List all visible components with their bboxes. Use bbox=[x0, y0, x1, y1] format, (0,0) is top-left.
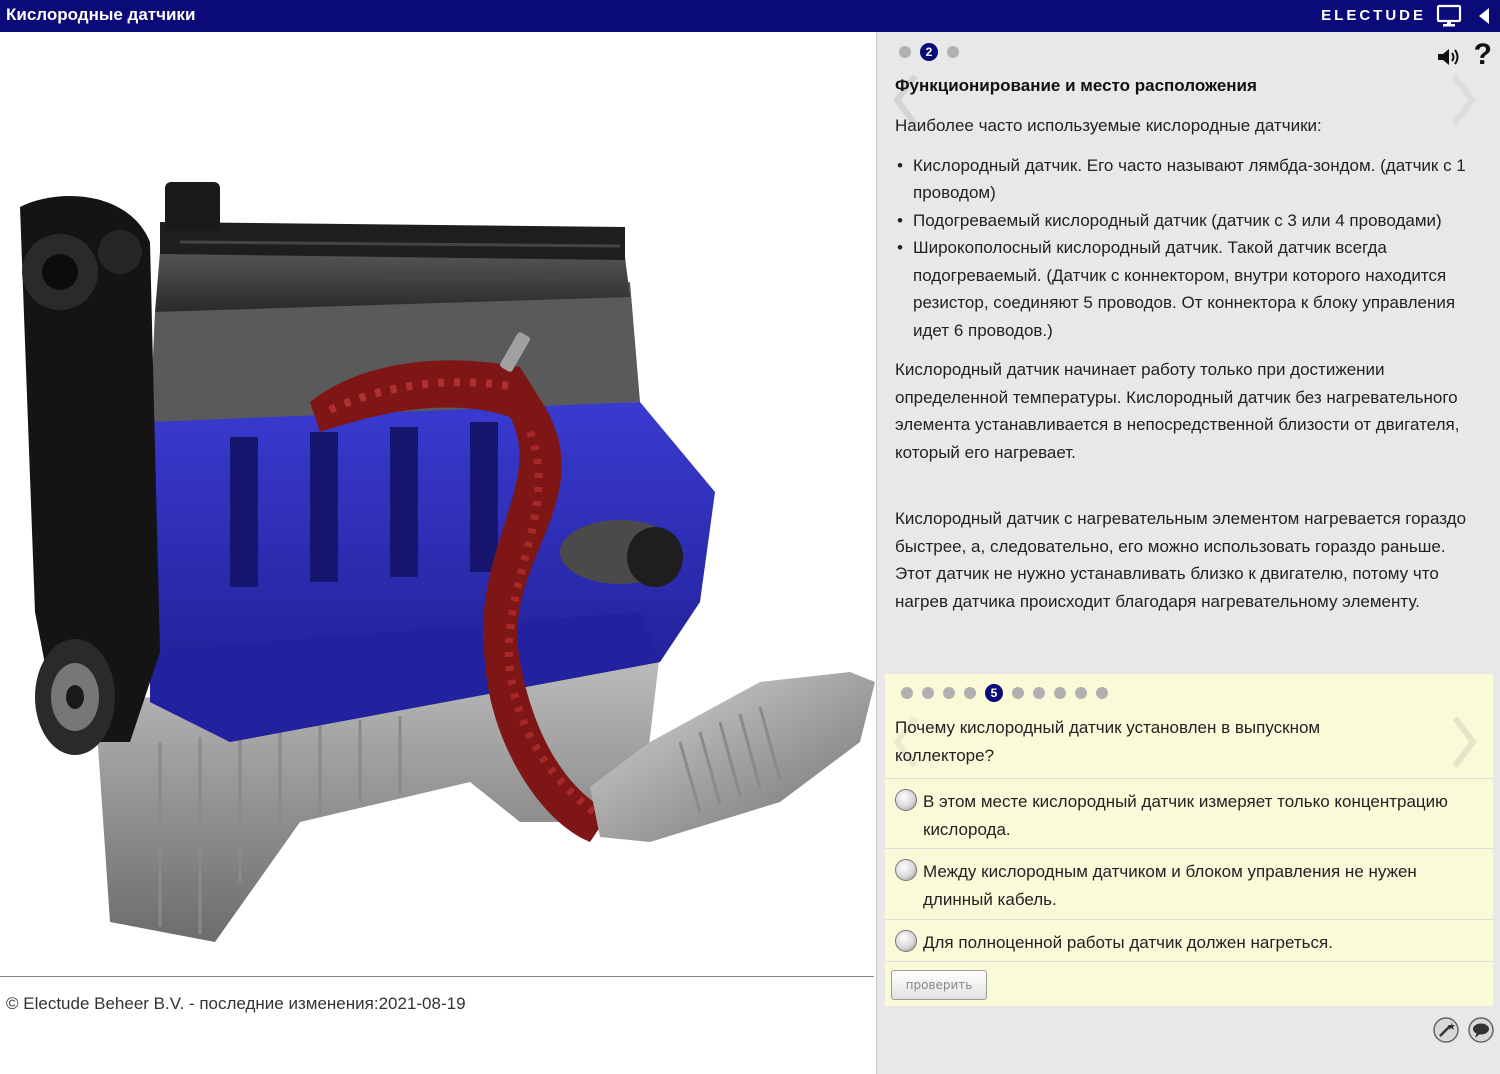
check-button[interactable]: проверить bbox=[891, 970, 987, 1000]
intro-text: Наиболее часто используемые кислородные … bbox=[895, 116, 1322, 135]
answer-option-1[interactable]: В этом месте кислородный датчик измеряет… bbox=[885, 778, 1493, 848]
question-dot[interactable] bbox=[922, 687, 934, 699]
radio-button[interactable] bbox=[895, 930, 917, 952]
footer-divider bbox=[0, 976, 874, 977]
question-dot[interactable] bbox=[943, 687, 955, 699]
list-item: Широкополосный кислородный датчик. Такой… bbox=[895, 234, 1485, 344]
answer-option-3[interactable]: Для полноценной работы датчик должен наг… bbox=[885, 919, 1493, 962]
page-dot[interactable] bbox=[899, 46, 911, 58]
question-dot[interactable] bbox=[1096, 687, 1108, 699]
chevron-right-icon[interactable] bbox=[1451, 714, 1479, 770]
page-dot[interactable] bbox=[947, 46, 959, 58]
monitor-icon[interactable] bbox=[1436, 4, 1462, 28]
radio-button[interactable] bbox=[895, 859, 917, 881]
page-title: Кислородные датчики bbox=[6, 5, 196, 24]
question-dot-active[interactable]: 5 bbox=[985, 684, 1003, 702]
brand-logo: ELECTUDE bbox=[1321, 7, 1426, 24]
question-dots: 5 bbox=[901, 684, 1108, 702]
quiz-question: Почему кислородный датчик установлен в в… bbox=[895, 718, 1321, 765]
answer-text: Между кислородным датчиком и блоком упра… bbox=[923, 862, 1417, 909]
question-dot[interactable] bbox=[1012, 687, 1024, 699]
page-dot-active[interactable]: 2 bbox=[920, 43, 938, 61]
question-mark-icon[interactable]: ? bbox=[1474, 38, 1492, 72]
magic-wand-icon[interactable] bbox=[1432, 1016, 1460, 1044]
paragraph: Кислородный датчик начинает работу тольк… bbox=[895, 360, 1460, 462]
paragraph: Кислородный датчик с нагревательным элем… bbox=[895, 509, 1467, 611]
answer-text: Для полноценной работы датчик должен наг… bbox=[923, 933, 1333, 952]
title-bar: Кислородные датчики ELECTUDE bbox=[0, 0, 1500, 32]
question-dot[interactable] bbox=[1033, 687, 1045, 699]
triangle-left-icon[interactable] bbox=[1476, 6, 1492, 26]
question-dot[interactable] bbox=[901, 687, 913, 699]
list-item: Подогреваемый кислородный датчик (датчик… bbox=[895, 207, 1485, 235]
speech-bubble-icon[interactable] bbox=[1467, 1016, 1495, 1044]
speaker-icon[interactable] bbox=[1436, 46, 1462, 68]
info-content: Наиболее часто используемые кислородные … bbox=[895, 112, 1485, 627]
answer-text: В этом месте кислородный датчик измеряет… bbox=[923, 792, 1448, 839]
sensor-list: Кислородный датчик. Его часто называют л… bbox=[895, 152, 1485, 345]
quiz-box: 5 Почему кислородный датчик установлен в… bbox=[885, 674, 1493, 1006]
list-item: Кислородный датчик. Его часто называют л… bbox=[895, 152, 1485, 207]
question-dot[interactable] bbox=[1075, 687, 1087, 699]
info-panel: 2 ? Функционирование и место расположени… bbox=[876, 32, 1500, 1074]
section-title: Функционирование и место расположения bbox=[895, 76, 1257, 95]
copyright-text: © Electude Beheer B.V. - последние измен… bbox=[6, 994, 466, 1013]
question-dot[interactable] bbox=[964, 687, 976, 699]
illustration-pane: © Electude Beheer B.V. - последние измен… bbox=[0, 32, 876, 1074]
page-dots: 2 bbox=[899, 43, 959, 61]
engine-illustration bbox=[20, 182, 875, 942]
question-dot[interactable] bbox=[1054, 687, 1066, 699]
answer-option-2[interactable]: Между кислородным датчиком и блоком упра… bbox=[885, 848, 1493, 919]
radio-button[interactable] bbox=[895, 789, 917, 811]
